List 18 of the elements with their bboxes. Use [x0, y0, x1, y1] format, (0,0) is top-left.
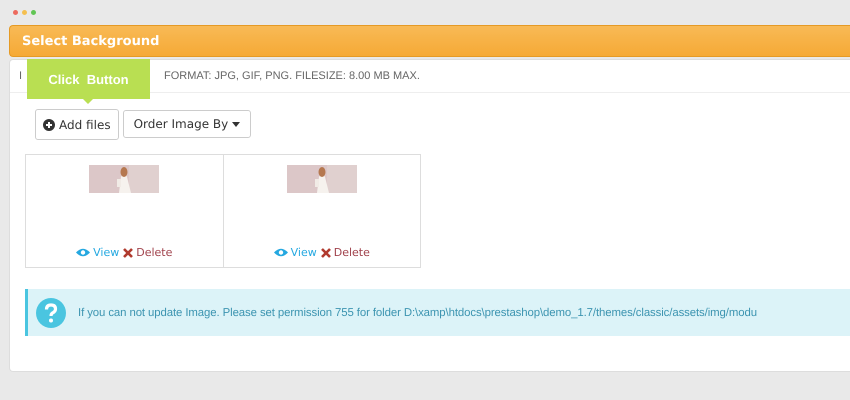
eye-icon — [76, 248, 90, 257]
alert-text: If you can not update Image. Please set permission 755 for folder D:\xamp\htdocs\prestashop\demo_1.7/themes/classic/assets/img/modu — [78, 306, 757, 318]
add-files-button[interactable]: Add files — [35, 109, 119, 140]
minimize-dot[interactable] — [22, 10, 27, 15]
close-icon — [123, 248, 134, 258]
plus-circle-icon — [43, 118, 55, 130]
eye-icon — [274, 248, 288, 257]
delete-link[interactable]: Delete — [320, 246, 370, 259]
close-dot[interactable] — [13, 10, 18, 15]
order-dropdown[interactable]: Order Image By — [122, 110, 252, 138]
maximize-dot[interactable] — [31, 10, 36, 15]
caret-icon — [232, 122, 240, 126]
close-icon — [320, 248, 331, 258]
format-note: FORMAT: JPG, GIF, PNG. FILESIZE: 8.00 MB MAX. — [164, 70, 420, 82]
upload-label: I — [19, 70, 22, 82]
question-icon — [36, 298, 66, 328]
delete-link[interactable]: Delete — [123, 246, 172, 259]
panel-title: Select Background — [22, 34, 160, 48]
